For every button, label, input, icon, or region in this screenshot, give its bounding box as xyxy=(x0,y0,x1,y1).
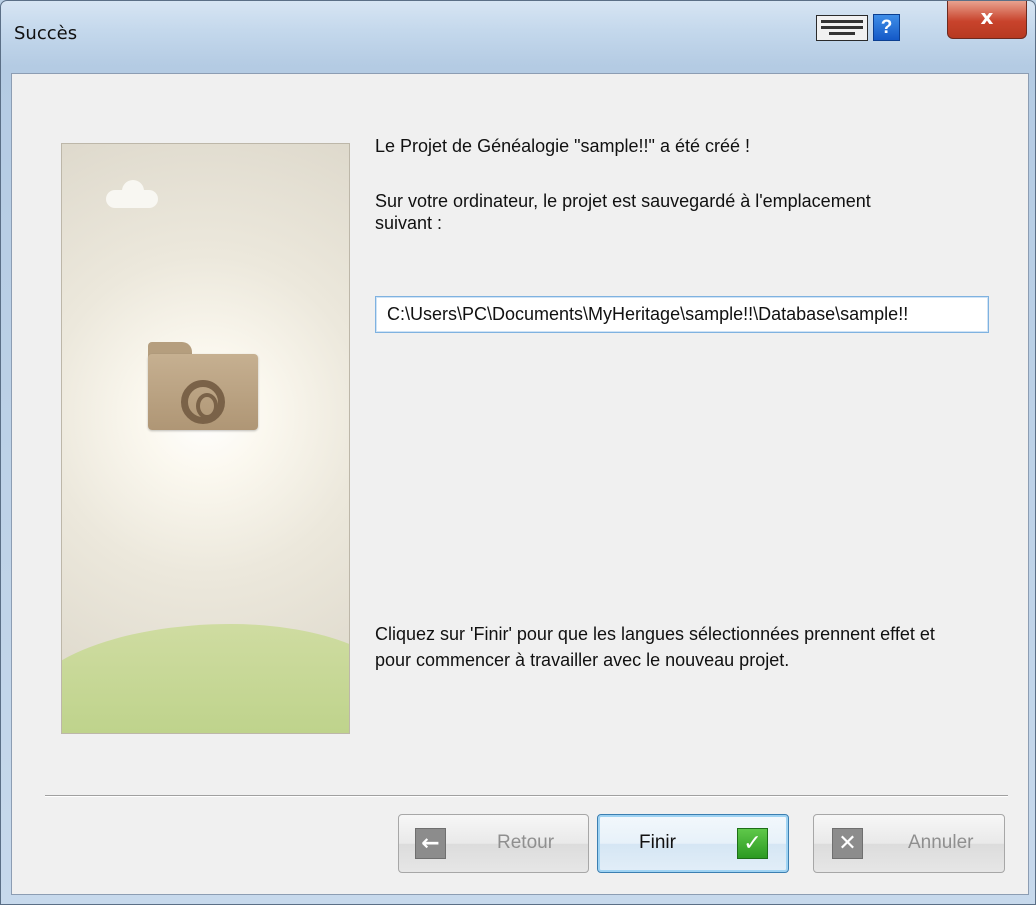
green-hill-graphic xyxy=(62,624,349,733)
finish-button-label: Finir xyxy=(639,832,676,853)
location-message: Sur votre ordinateur, le projet est sauv… xyxy=(375,191,871,233)
success-dialog: Succès ? x Le Projet de Généalogie "samp… xyxy=(0,0,1036,905)
arrow-left-icon: ← xyxy=(415,828,446,859)
close-button[interactable]: x xyxy=(947,1,1027,39)
dialog-body: Le Projet de Généalogie "sample!!" a été… xyxy=(11,73,1029,895)
illustration-panel xyxy=(61,143,350,734)
finish-button[interactable]: Finir ✓ xyxy=(597,814,789,873)
keyboard-icon[interactable] xyxy=(816,15,868,41)
cancel-button-label: Annuler xyxy=(908,832,974,853)
checkmark-icon: ✓ xyxy=(737,828,768,859)
cancel-button[interactable]: ✕ Annuler xyxy=(813,814,1005,873)
back-button-label: Retour xyxy=(497,832,555,853)
project-folder-icon xyxy=(148,342,258,430)
button-separator xyxy=(45,795,1008,797)
finish-instructions: Cliquez sur 'Finir' pour que les langues… xyxy=(375,624,935,670)
close-icon: x xyxy=(980,5,994,29)
cloud-icon xyxy=(106,180,158,208)
project-path-field[interactable]: C:\Users\PC\Documents\MyHeritage\sample!… xyxy=(375,296,989,333)
myheritage-logo-icon xyxy=(181,380,225,424)
title-bar[interactable]: Succès ? x xyxy=(1,1,1035,71)
help-icon[interactable]: ? xyxy=(873,14,900,41)
created-message: Le Projet de Généalogie "sample!!" a été… xyxy=(375,136,751,156)
window-title: Succès xyxy=(14,23,78,44)
back-button[interactable]: ← Retour xyxy=(398,814,589,873)
x-icon: ✕ xyxy=(832,828,863,859)
